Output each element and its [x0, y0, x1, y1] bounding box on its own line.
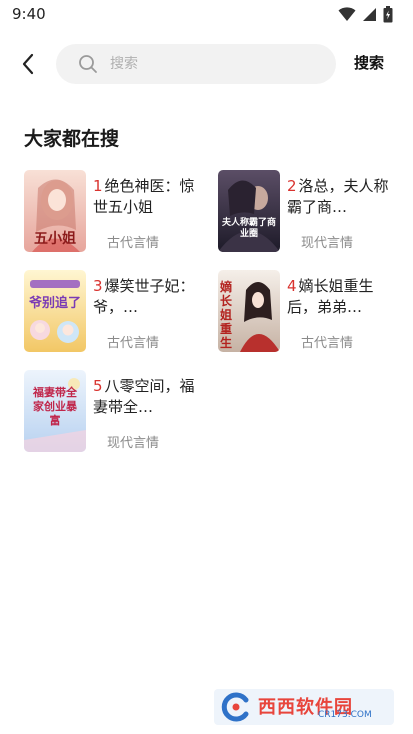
rank-number: 4 [287, 277, 297, 295]
book-title-text: 洛总，夫人称霸了商… [287, 177, 389, 216]
rank-number: 2 [287, 177, 297, 195]
cover-title-text: 福妻带全家创业暴富 [33, 386, 77, 427]
book-item[interactable]: 嫡长姐重生 4 嫡长姐重生后，弟弟… 古代言情 [218, 270, 398, 352]
book-cover: 五小姐 [24, 170, 86, 252]
search-box[interactable] [56, 44, 336, 84]
cover-title-text: 夫人称霸了商业圈 [221, 218, 276, 239]
book-genre: 现代言情 [107, 436, 160, 451]
book-genre: 现代言情 [301, 236, 354, 251]
book-item[interactable]: 福妻带全家创业暴富 5 八零空间，福妻带全… 现代言情 [24, 370, 204, 452]
cover-title-text: 五小姐 [34, 231, 76, 247]
book-cover: 嫡长姐重生 [218, 270, 280, 352]
signal-icon [363, 8, 376, 21]
book-genre: 古代言情 [301, 336, 354, 351]
book-cover: 福妻带全家创业暴富 [24, 370, 86, 452]
book-title-text: 八零空间，福妻带全… [93, 377, 195, 416]
book-cover: 夫人称霸了商业圈 [218, 170, 280, 252]
book-title: 5 八零空间，福妻带全… [93, 376, 201, 418]
wifi-icon [338, 7, 356, 21]
book-title: 3 爆笑世子妃：爷，… [93, 276, 201, 318]
book-item[interactable]: 爷别追了 3 爆笑世子妃：爷，… 古代言情 [24, 270, 204, 352]
rank-number: 5 [93, 377, 103, 395]
watermark-logo-icon [221, 692, 249, 722]
search-header: 搜索 [0, 42, 413, 86]
book-title-text: 嫡长姐重生后，弟弟… [287, 277, 374, 316]
section-title: 大家都在搜 [24, 128, 120, 150]
cover-illustration [24, 270, 86, 352]
book-item[interactable]: 夫人称霸了商业圈 2 洛总，夫人称霸了商… 现代言情 [218, 170, 398, 252]
book-cover: 爷别追了 [24, 270, 86, 352]
book-title: 4 嫡长姐重生后，弟弟… [287, 276, 395, 318]
cover-title-text: 爷别追了 [28, 296, 81, 311]
rank-number: 1 [93, 177, 103, 195]
status-time: 9:40 [12, 5, 46, 23]
book-title: 1 绝色神医：惊世五小姐 [93, 176, 201, 218]
chevron-left-icon [22, 53, 34, 75]
book-title: 2 洛总，夫人称霸了商… [287, 176, 395, 218]
rank-number: 3 [93, 277, 103, 295]
site-watermark: 西西软件园 CR173.COM [214, 689, 394, 725]
search-input[interactable] [110, 44, 320, 84]
cover-title-text: 嫡长姐重生 [220, 280, 233, 350]
book-genre: 古代言情 [107, 336, 160, 351]
status-icons [338, 6, 393, 23]
book-title-text: 绝色神医：惊世五小姐 [93, 177, 195, 216]
search-submit-button[interactable]: 搜索 [354, 52, 384, 73]
book-item[interactable]: 五小姐 1 绝色神医：惊世五小姐 古代言情 [24, 170, 204, 252]
search-icon [79, 55, 97, 73]
battery-icon [383, 6, 393, 23]
watermark-domain: CR173.COM [318, 710, 372, 720]
status-bar: 9:40 [0, 0, 413, 30]
book-title-text: 爆笑世子妃：爷，… [93, 277, 195, 316]
back-button[interactable] [12, 48, 44, 80]
book-genre: 古代言情 [107, 236, 160, 251]
